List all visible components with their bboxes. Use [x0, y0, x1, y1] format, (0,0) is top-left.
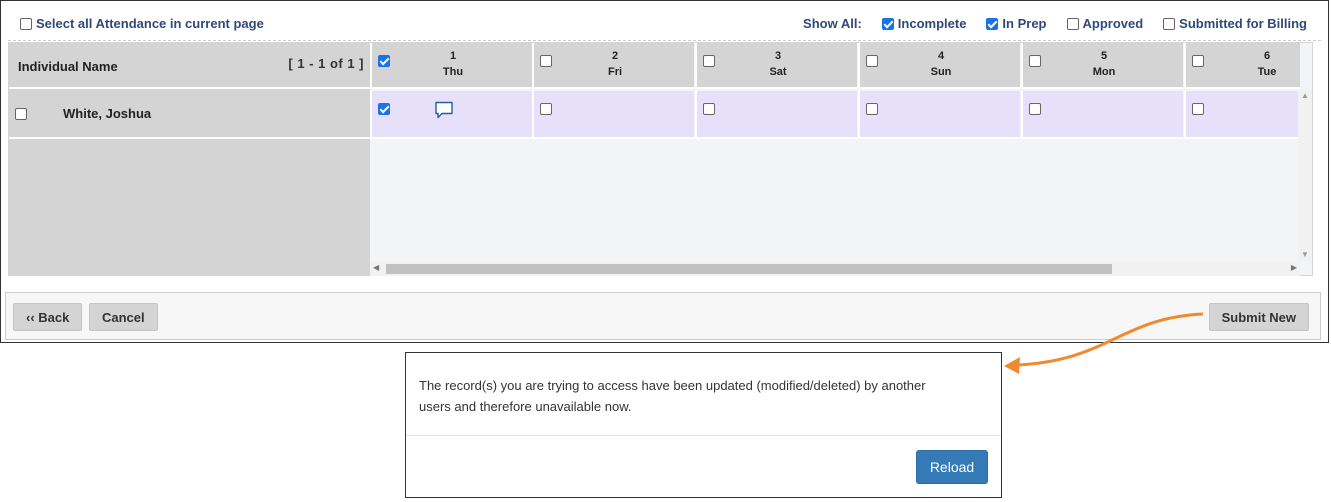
- attendance-cell[interactable]: [370, 91, 532, 139]
- day-of-week: Mon: [1092, 66, 1116, 78]
- individual-name-header: Individual Name: [18, 59, 118, 74]
- scroll-up-icon[interactable]: ▲: [1301, 91, 1309, 100]
- show-all-filters: Show All: Incomplete In Prep Approved Su…: [803, 16, 1307, 31]
- day-columns: 1 Thu 2 Fri 3 Sat 4 Sun 5 Mon 6 Tue: [370, 43, 1300, 263]
- filter-submitted-checkbox[interactable]: [1163, 17, 1176, 30]
- button-bar: ‹‹ Back Cancel Submit New: [5, 292, 1321, 340]
- cancel-button[interactable]: Cancel: [89, 303, 158, 331]
- attendance-checkbox[interactable]: [378, 103, 390, 115]
- attendance-checkbox[interactable]: [1029, 103, 1041, 115]
- filter-bar: Select all Attendance in current page Sh…: [8, 7, 1321, 41]
- scroll-right-icon[interactable]: ▶: [1291, 263, 1297, 272]
- day-number: 4: [937, 50, 945, 62]
- filter-submitted-for-billing[interactable]: Submitted for Billing: [1163, 16, 1307, 31]
- dialog-message-line: The record(s) you are trying to access h…: [419, 378, 926, 393]
- pagination-label: [ 1 - 1 of 1 ]: [288, 56, 364, 71]
- back-button[interactable]: ‹‹ Back: [13, 303, 83, 331]
- scroll-down-icon[interactable]: ▼: [1301, 250, 1309, 259]
- filter-incomplete-checkbox[interactable]: [881, 17, 894, 30]
- horizontal-scrollbar[interactable]: ◀ ▶: [370, 262, 1300, 276]
- day-number: 6: [1263, 50, 1271, 62]
- filter-in-prep-checkbox[interactable]: [986, 17, 999, 30]
- attendance-cell[interactable]: [1021, 91, 1183, 139]
- select-all-control[interactable]: Select all Attendance in current page: [20, 16, 264, 31]
- attendance-cell[interactable]: [695, 91, 857, 139]
- day-of-week: Thu: [442, 66, 464, 78]
- filter-approved-checkbox[interactable]: [1066, 17, 1079, 30]
- attendance-grid: Individual Name [ 1 - 1 of 1 ] White, Jo…: [8, 42, 1313, 276]
- dialog-message: The record(s) you are trying to access h…: [419, 375, 989, 417]
- day-header-5: 5 Mon: [1021, 43, 1183, 89]
- update-conflict-dialog: The record(s) you are trying to access h…: [405, 352, 1002, 498]
- attendance-checkbox[interactable]: [1192, 103, 1204, 115]
- day-number: 2: [611, 50, 619, 62]
- day-of-week: Fri: [607, 66, 623, 78]
- dialog-divider: [406, 435, 1001, 436]
- attendance-panel: Select all Attendance in current page Sh…: [0, 0, 1329, 343]
- filter-label: Submitted for Billing: [1179, 16, 1307, 31]
- attendance-checkbox[interactable]: [866, 103, 878, 115]
- individual-name: White, Joshua: [63, 106, 152, 121]
- filter-approved[interactable]: Approved: [1066, 16, 1144, 31]
- dialog-message-line: users and therefore unavailable now.: [419, 399, 632, 414]
- day-of-week: Tue: [1257, 66, 1277, 78]
- vertical-scrollbar[interactable]: ▲ ▼: [1298, 89, 1312, 261]
- day-header-1: 1 Thu: [370, 43, 532, 89]
- filter-in-prep[interactable]: In Prep: [986, 16, 1047, 31]
- name-column-header: Individual Name [ 1 - 1 of 1 ]: [9, 43, 370, 89]
- attendance-checkbox[interactable]: [703, 103, 715, 115]
- day-header-2: 2 Fri: [532, 43, 694, 89]
- day-number: 1: [449, 50, 457, 62]
- filter-label: Incomplete: [897, 16, 967, 31]
- day-number: 5: [1100, 50, 1108, 62]
- day-header-3: 3 Sat: [695, 43, 857, 89]
- scroll-left-icon[interactable]: ◀: [373, 263, 379, 272]
- scrollbar-thumb[interactable]: [386, 264, 1112, 274]
- attendance-checkbox[interactable]: [540, 103, 552, 115]
- row-select-checkbox[interactable]: [15, 108, 27, 120]
- attendance-cell[interactable]: [532, 91, 694, 139]
- submit-new-button[interactable]: Submit New: [1208, 303, 1309, 331]
- select-all-checkbox[interactable]: [20, 17, 32, 30]
- show-all-label: Show All:: [803, 16, 862, 31]
- comment-icon[interactable]: [434, 101, 454, 119]
- day-header-6: 6 Tue: [1184, 43, 1300, 89]
- select-all-label: Select all Attendance in current page: [36, 16, 264, 31]
- table-row: White, Joshua: [9, 91, 370, 139]
- day-of-week: Sun: [930, 66, 952, 78]
- day-number: 3: [774, 50, 782, 62]
- reload-button[interactable]: Reload: [916, 450, 988, 484]
- filter-label: In Prep: [1002, 16, 1047, 31]
- day-header-4: 4 Sun: [858, 43, 1020, 89]
- attendance-cell[interactable]: [858, 91, 1020, 139]
- filter-label: Approved: [1082, 16, 1144, 31]
- name-column: Individual Name [ 1 - 1 of 1 ] White, Jo…: [9, 43, 370, 275]
- attendance-cell[interactable]: [1184, 91, 1300, 139]
- day-of-week: Sat: [769, 66, 787, 78]
- filter-incomplete[interactable]: Incomplete: [881, 16, 967, 31]
